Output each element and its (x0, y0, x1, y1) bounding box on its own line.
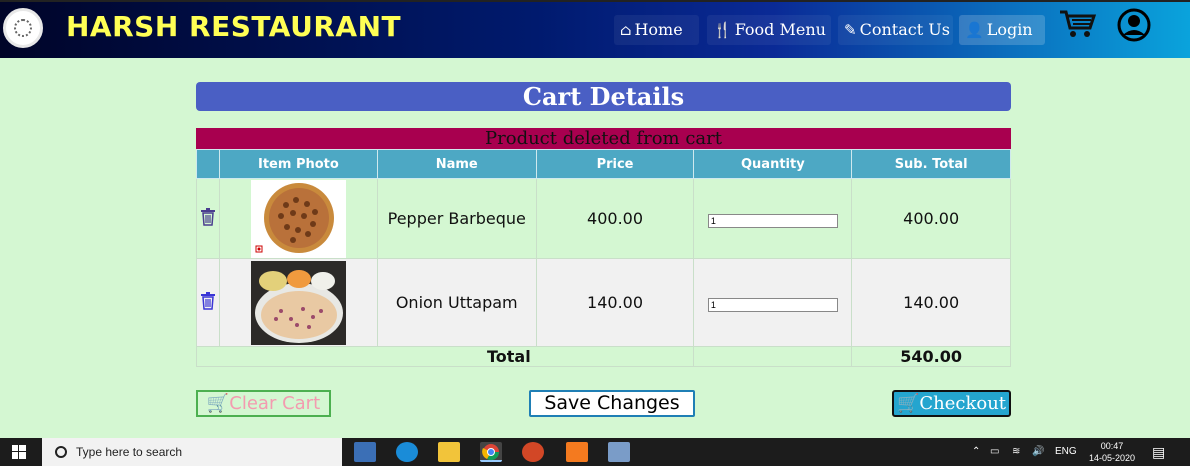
chrome-browser-icon[interactable] (480, 442, 502, 462)
taskbar-search-placeholder: Type here to search (76, 445, 183, 459)
nav-food-menu-link[interactable]: 🍴 Food Menu (707, 15, 831, 45)
quantity-cell (693, 178, 853, 259)
checkout-button[interactable]: 🛒Checkout (892, 390, 1011, 417)
item-price-cell: 140.00 (535, 258, 695, 347)
restaurant-logo[interactable] (3, 8, 43, 48)
utensils-icon: 🍴 (713, 21, 732, 39)
quantity-input[interactable] (707, 298, 838, 312)
task-view-icon[interactable] (354, 442, 376, 462)
clear-cart-label: Clear Cart (229, 393, 321, 414)
windows-start-icon[interactable] (12, 445, 26, 459)
navbar: HARSH RESTAURANT ⌂ Home 🍴 Food Menu ✎ Conta… (0, 0, 1190, 58)
windows-taskbar: Type here to search ⌃ ▭ ≋ 🔊 ENG 00:47 14… (0, 438, 1190, 466)
total-value: 540.00 (851, 346, 1011, 367)
col-header-price: Price (535, 149, 695, 179)
wifi-icon[interactable]: ≋ (1012, 438, 1020, 466)
table-header-row: Item Photo Name Price Quantity Sub. Tota… (196, 149, 1011, 179)
language-indicator[interactable]: ENG (1055, 438, 1077, 466)
total-label: Total (195, 346, 695, 367)
item-name-cell: Onion Uttapam (376, 258, 537, 347)
subtotal-cell: 400.00 (851, 178, 1011, 259)
file-explorer-icon[interactable] (438, 442, 460, 462)
item-name-cell: Pepper Barbeque (376, 178, 537, 259)
checkout-cart-icon: 🛒 (896, 393, 920, 414)
nav-login-label: Login (986, 20, 1033, 39)
quantity-input[interactable] (707, 214, 838, 228)
battery-icon[interactable]: ▭ (990, 438, 999, 466)
cart-table: Item Photo Name Price Quantity Sub. Tota… (195, 149, 1011, 367)
cart-details-title: Cart Details (196, 82, 1011, 111)
brand-title[interactable]: HARSH RESTAURANT (66, 10, 401, 43)
powerpoint-icon[interactable] (522, 442, 544, 462)
clock-time: 00:47 (1100, 441, 1124, 451)
total-row: Total 540.00 (195, 346, 1011, 367)
search-icon (55, 446, 67, 458)
edge-browser-icon[interactable] (396, 442, 418, 462)
nav-contact-link[interactable]: ✎ Contact Us (838, 15, 953, 45)
trash-icon[interactable] (200, 291, 216, 310)
delete-cell (196, 178, 220, 259)
item-price-cell: 400.00 (535, 178, 695, 259)
onion-uttapam-photo (250, 260, 346, 345)
col-header-quantity: Quantity (693, 149, 853, 179)
table-row: Pepper Barbeque 400.00 400.00 (196, 178, 1011, 259)
delete-cell (196, 258, 220, 347)
nav-food-menu-label: Food Menu (734, 20, 826, 39)
paint-icon[interactable] (608, 442, 630, 462)
pepper-barbeque-photo (250, 179, 346, 258)
taskbar-search-box[interactable]: Type here to search (42, 438, 342, 466)
nav-contact-label: Contact Us (859, 20, 950, 39)
nav-login-button[interactable]: 👤 Login (959, 15, 1045, 45)
alert-message: Product deleted from cart (196, 128, 1011, 149)
nav-home-link[interactable]: ⌂ Home (614, 15, 699, 45)
xampp-icon[interactable] (566, 442, 588, 462)
checkout-label: Checkout (919, 393, 1007, 414)
clear-cart-button[interactable]: 🛒Clear Cart (196, 390, 331, 417)
pencil-icon: ✎ (844, 21, 857, 39)
save-changes-button[interactable]: Save Changes (529, 390, 695, 417)
clock-date: 14-05-2020 (1088, 453, 1136, 463)
notifications-icon[interactable]: ▤ (1152, 438, 1165, 466)
total-spacer (693, 346, 853, 367)
chrome-logo-icon (482, 444, 500, 461)
col-header-name: Name (376, 149, 537, 179)
subtotal-cell: 140.00 (851, 258, 1011, 347)
photo-cell (218, 258, 378, 347)
home-icon: ⌂ (620, 21, 632, 39)
col-header-photo: Item Photo (218, 149, 378, 179)
taskbar-clock[interactable]: 00:47 14-05-2020 (1082, 440, 1142, 464)
col-header-action (196, 149, 220, 179)
col-header-subtotal: Sub. Total (851, 149, 1011, 179)
tray-chevron-icon[interactable]: ⌃ (972, 438, 980, 466)
nav-home-label: Home (634, 20, 683, 39)
trash-icon[interactable] (200, 207, 216, 226)
volume-icon[interactable]: 🔊 (1032, 438, 1044, 466)
table-row: Onion Uttapam 140.00 140.00 (196, 258, 1011, 347)
clear-cart-icon: 🛒 (206, 393, 230, 414)
user-small-icon: 👤 (965, 21, 984, 39)
shopping-cart-icon[interactable] (1058, 8, 1098, 40)
photo-cell (218, 178, 378, 259)
user-account-icon[interactable] (1114, 8, 1154, 42)
quantity-cell (693, 258, 853, 347)
logo-emblem-icon (14, 19, 32, 37)
